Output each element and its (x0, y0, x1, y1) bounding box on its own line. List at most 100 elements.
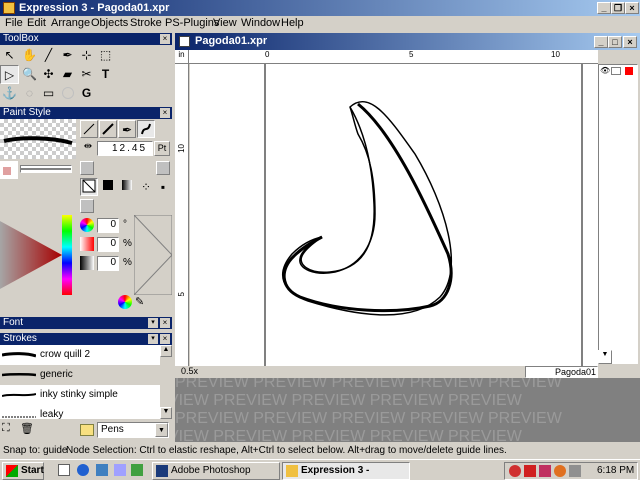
menu-help[interactable]: Help (281, 17, 304, 29)
preview-watermark-row: PREVIEW PREVIEW PREVIEW PREVIEW PREVIEW (175, 410, 562, 427)
brightness-field[interactable]: 0 (97, 256, 119, 271)
menu-file[interactable]: File (5, 17, 23, 29)
ruler-label: 10 (177, 144, 186, 153)
fill-texture-icon[interactable]: ⁘ (137, 178, 155, 196)
taskbar-photoshop[interactable]: Adobe Photoshop (152, 462, 280, 480)
stroke-item[interactable]: crow quill 2 (0, 345, 160, 365)
stroke-width-field[interactable]: 12.45 (97, 141, 153, 156)
zoom-level[interactable]: 0.5x (181, 366, 198, 376)
color-wheel-icon[interactable] (118, 295, 132, 309)
layer-name-field[interactable]: Pagoda01 (525, 366, 598, 378)
taskbar-expression[interactable]: Expression 3 - Pagoda... (282, 462, 410, 480)
stroke-width-unit[interactable]: Pt (154, 141, 170, 156)
lock-icon[interactable] (611, 67, 621, 75)
width-adjust-icon[interactable]: ⇹ (80, 141, 96, 155)
quicklaunch-icon[interactable] (114, 464, 126, 476)
anchor-icon[interactable]: ⚓ (0, 84, 19, 103)
volume-icon[interactable] (569, 465, 581, 477)
spiral-icon[interactable]: G (77, 84, 96, 103)
expression-app-icon[interactable] (3, 2, 15, 14)
strokes-collapse-icon[interactable]: ▾ (148, 334, 158, 344)
close-button[interactable]: × (625, 2, 639, 14)
stroke-pen-icon[interactable]: ✒ (118, 120, 136, 138)
strokes-scrollbar[interactable]: ▲ ▼ (160, 345, 172, 419)
new-stroke-icon[interactable]: ⛶ (2, 422, 18, 438)
rectangle-icon[interactable]: ▭ (39, 84, 58, 103)
doc-restore-button[interactable]: □ (608, 36, 622, 48)
stroke-item-label: inky stinky simple (40, 389, 118, 400)
drawing-canvas[interactable] (190, 64, 598, 366)
fill-pattern-icon[interactable]: ▪ (154, 178, 172, 196)
menu-objects[interactable]: Objects (91, 17, 128, 29)
marquee-icon[interactable]: ⬚ (96, 46, 115, 65)
minimize-button[interactable]: _ (597, 2, 611, 14)
trash-icon[interactable]: 🗑 (20, 422, 36, 438)
strokes-toolbar: ⛶ 🗑 Pens ▼ (0, 419, 172, 443)
text-icon[interactable]: T (96, 65, 115, 84)
quicklaunch-icon[interactable] (131, 464, 143, 476)
fill-color-icon[interactable] (80, 199, 94, 213)
stroke-item[interactable]: inky stinky simple (0, 385, 160, 405)
hand-icon[interactable]: ✋ (20, 46, 39, 65)
brush-icon[interactable]: ╱ (39, 46, 58, 65)
menu-edit[interactable]: Edit (27, 17, 46, 29)
arrow-select-icon[interactable]: ↖ (0, 46, 19, 65)
stroke-thin-icon[interactable] (80, 120, 98, 138)
node-add-icon[interactable]: ⊹ (77, 46, 96, 65)
saturation-field[interactable]: 0 (97, 237, 119, 252)
paint-style-close-icon[interactable]: × (160, 108, 170, 118)
scissors-icon[interactable]: ✂ (77, 65, 96, 84)
fill-gradient-icon[interactable] (118, 178, 136, 196)
fill-solid-icon[interactable] (99, 178, 117, 196)
font-collapse-icon[interactable]: ▾ (148, 318, 158, 328)
lasso-icon[interactable]: ◌ (20, 84, 39, 103)
hue-field[interactable]: 0 (97, 218, 119, 233)
tray-icon[interactable] (524, 465, 536, 477)
tray-icon[interactable] (509, 465, 521, 477)
pen-icon[interactable]: ✒ (58, 46, 77, 65)
stroke-item-label: generic (40, 369, 73, 380)
eye-icon[interactable]: 👁 (600, 66, 610, 75)
chevron-down-icon[interactable]: ▼ (155, 423, 168, 437)
start-button[interactable]: Start (2, 462, 44, 480)
fill-swatch-icon[interactable] (80, 161, 94, 175)
layer-scroll-down-icon[interactable]: ▼ (598, 350, 612, 364)
stroke-category-select[interactable]: Pens ▼ (97, 422, 169, 438)
zoom-icon[interactable]: 🔍 (20, 65, 39, 84)
preview-background: PREVIEW PREVIEW PREVIEW PREVIEW PREVIEW … (175, 378, 640, 442)
tray-icon[interactable] (539, 465, 551, 477)
color-swatch-icon[interactable] (0, 161, 18, 179)
doc-close-button[interactable]: × (623, 36, 637, 48)
menu-ps-plugins[interactable]: PS-Plugins (165, 17, 219, 29)
stroke-thick-icon[interactable] (99, 120, 117, 138)
ie-icon[interactable] (77, 464, 89, 476)
color-eyedropper-icon[interactable]: ✎ (135, 295, 149, 309)
subselect-arrow-icon[interactable]: ▷ (0, 65, 19, 84)
strokes-close-icon[interactable]: × (160, 334, 170, 344)
fill-none-icon[interactable] (80, 178, 98, 196)
restore-button[interactable]: ❐ (611, 2, 625, 14)
stroke-slider[interactable] (20, 165, 72, 173)
menu-arrange[interactable]: Arrange (51, 17, 90, 29)
stroke-skeletal-icon[interactable] (137, 120, 155, 138)
font-close-icon[interactable]: × (160, 318, 170, 328)
outlook-icon[interactable] (96, 464, 108, 476)
scroll-up-icon[interactable]: ▲ (160, 345, 172, 357)
doc-minimize-button[interactable]: _ (594, 36, 608, 48)
menu-view[interactable]: View (213, 17, 237, 29)
color-picker-triangle[interactable] (0, 215, 78, 295)
eyedropper-icon[interactable]: ▰ (58, 65, 77, 84)
ellipse-icon[interactable] (58, 84, 77, 103)
transform-icon[interactable]: ✣ (39, 65, 58, 84)
menu-stroke[interactable]: Stroke (130, 17, 162, 29)
folder-icon[interactable] (80, 424, 94, 436)
toolbox-close-icon[interactable]: × (160, 34, 170, 44)
scroll-down-icon[interactable]: ▼ (160, 407, 172, 419)
tray-icon[interactable] (554, 465, 566, 477)
stroke-item-selected[interactable]: generic (0, 365, 160, 385)
desktop-icon[interactable] (58, 464, 70, 476)
menu-window[interactable]: Window (241, 17, 280, 29)
stroke-swatch-icon[interactable] (156, 161, 170, 175)
layer-color-icon[interactable] (625, 67, 633, 75)
windows-logo-icon (6, 465, 18, 477)
